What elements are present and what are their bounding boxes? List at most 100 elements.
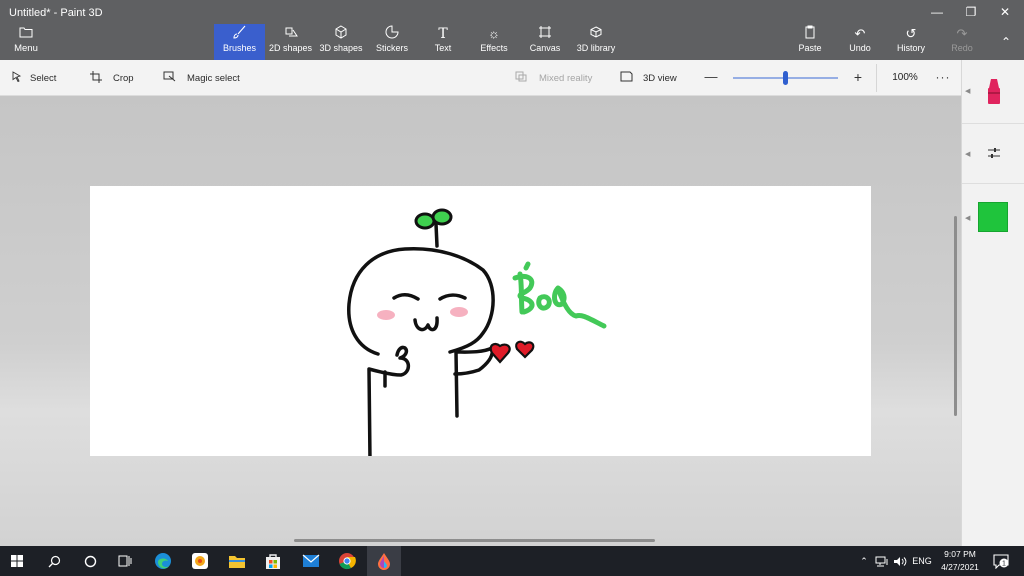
plus-icon: + <box>853 69 863 85</box>
mixed-reality-button[interactable]: Mixed reality <box>515 60 592 96</box>
drawing <box>347 208 607 456</box>
undo-label: Undo <box>849 43 871 53</box>
cortana-icon <box>84 555 96 567</box>
zoom-slider[interactable] <box>733 71 843 85</box>
brush-settings-section[interactable]: ◀ <box>962 124 1024 184</box>
caret-left-icon: ◀ <box>965 151 971 158</box>
clock[interactable]: 9:07 PM 4/27/2021 <box>932 548 988 574</box>
3d-view-label: 3D view <box>643 72 677 84</box>
task-view-button[interactable] <box>108 546 142 576</box>
tab-stickers[interactable]: Stickers <box>372 24 412 60</box>
2d-shapes-icon <box>268 25 313 43</box>
more-options-button[interactable]: ··· <box>932 60 954 96</box>
paste-button[interactable]: Paste <box>794 24 826 60</box>
tab-text[interactable]: T Text <box>428 24 458 60</box>
network-button[interactable] <box>874 546 890 576</box>
brush-icon <box>214 25 265 43</box>
tab-canvas[interactable]: Canvas <box>527 24 563 60</box>
zoom-value[interactable]: 100% <box>884 60 926 96</box>
magic-select-label: Magic select <box>187 72 240 84</box>
crop-button[interactable]: Crop <box>90 60 134 96</box>
search-icon <box>48 555 60 567</box>
language-indicator[interactable]: ENG <box>910 546 934 576</box>
history-label: History <box>896 43 925 53</box>
side-panel: ◀ ◀ ◀ <box>961 60 1024 546</box>
workspace <box>0 96 961 546</box>
tab-label: Brushes <box>222 43 257 53</box>
action-center-button[interactable]: 1 <box>990 546 1012 576</box>
chevron-up-icon: ⌃ <box>1000 35 1012 49</box>
paste-icon <box>794 25 826 43</box>
history-button[interactable]: ↺ History <box>893 24 929 60</box>
3d-view-icon <box>620 71 633 85</box>
notification-count: 1 <box>1002 560 1006 567</box>
maximize-button[interactable]: ❐ <box>954 2 988 22</box>
tab-label: Text <box>434 43 452 53</box>
tab-3d-shapes[interactable]: 3D shapes <box>318 24 364 60</box>
show-hidden-icons-button[interactable]: ⌃ <box>856 546 872 576</box>
search-button[interactable] <box>37 546 71 576</box>
taskbar-chrome[interactable] <box>330 546 364 576</box>
minimize-icon: — <box>931 5 943 19</box>
taskbar-paint-3d[interactable] <box>367 546 401 576</box>
tab-label: 3D shapes <box>319 43 363 53</box>
vertical-scrollbar[interactable] <box>954 216 957 416</box>
mixed-reality-label: Mixed reality <box>539 72 593 84</box>
network-icon <box>875 556 888 566</box>
taskbar: ⌃ ENG 9:07 PM 4/27/2021 1 <box>0 546 1024 576</box>
undo-icon: ↶ <box>854 26 866 41</box>
taskbar-file-explorer[interactable] <box>220 546 254 576</box>
taskbar-edge[interactable] <box>146 546 180 576</box>
cortana-button[interactable] <box>73 546 107 576</box>
taskbar-paint[interactable] <box>183 546 217 576</box>
start-button[interactable] <box>0 546 34 576</box>
tab-3d-library[interactable]: 3D library <box>574 24 618 60</box>
redo-icon: ↷ <box>956 26 968 41</box>
notification-icon: 1 <box>993 553 1009 569</box>
horizontal-scrollbar[interactable] <box>294 539 655 542</box>
cursor-icon <box>12 71 22 85</box>
taskbar-store[interactable] <box>256 546 290 576</box>
tab-label: Effects <box>480 43 508 53</box>
chrome-icon <box>339 553 356 570</box>
3d-view-button[interactable]: 3D view <box>620 60 677 96</box>
zoom-slider-thumb[interactable] <box>783 71 788 85</box>
paste-label: Paste <box>798 43 822 53</box>
select-button[interactable]: Select <box>12 60 56 96</box>
minimize-button[interactable]: — <box>920 2 954 22</box>
crop-icon <box>90 70 102 86</box>
caret-left-icon: ◀ <box>965 215 971 222</box>
windows-start-icon <box>11 555 23 567</box>
tab-brushes[interactable]: Brushes <box>214 24 265 60</box>
undo-button[interactable]: ↶ Undo <box>845 24 875 60</box>
color-swatch[interactable] <box>978 202 1008 232</box>
mail-icon <box>302 554 320 567</box>
clock-time: 9:07 PM <box>944 549 976 559</box>
task-view-icon <box>118 555 132 567</box>
brush-section[interactable]: ◀ <box>962 60 1024 124</box>
paint-icon <box>192 553 208 569</box>
tab-2d-shapes[interactable]: 2D shapes <box>268 24 313 60</box>
tab-label: 3D library <box>576 43 616 53</box>
file-explorer-icon <box>229 556 245 568</box>
volume-button[interactable] <box>892 546 908 576</box>
canvas-icon <box>527 25 563 43</box>
tab-label: Stickers <box>375 43 408 53</box>
menu-button[interactable]: Menu <box>6 26 46 58</box>
tab-effects[interactable]: ☼ Effects <box>476 24 512 60</box>
magic-select-button[interactable]: Magic select <box>163 60 240 96</box>
folder-icon <box>6 26 46 42</box>
mixed-reality-icon <box>515 71 527 85</box>
drawing-canvas[interactable] <box>90 186 871 456</box>
3d-shapes-icon <box>318 25 364 43</box>
redo-button[interactable]: ↷ Redo <box>948 24 976 60</box>
select-label: Select <box>30 72 57 84</box>
taskbar-mail[interactable] <box>294 546 328 576</box>
edge-icon <box>155 553 171 569</box>
close-icon: ✕ <box>999 5 1011 19</box>
zoom-in-button[interactable]: + <box>851 70 865 84</box>
collapse-ribbon-button[interactable]: ⌃ <box>992 32 1020 52</box>
zoom-out-button[interactable]: — <box>704 70 718 84</box>
close-button[interactable]: ✕ <box>988 2 1022 22</box>
magic-select-icon <box>163 71 176 85</box>
